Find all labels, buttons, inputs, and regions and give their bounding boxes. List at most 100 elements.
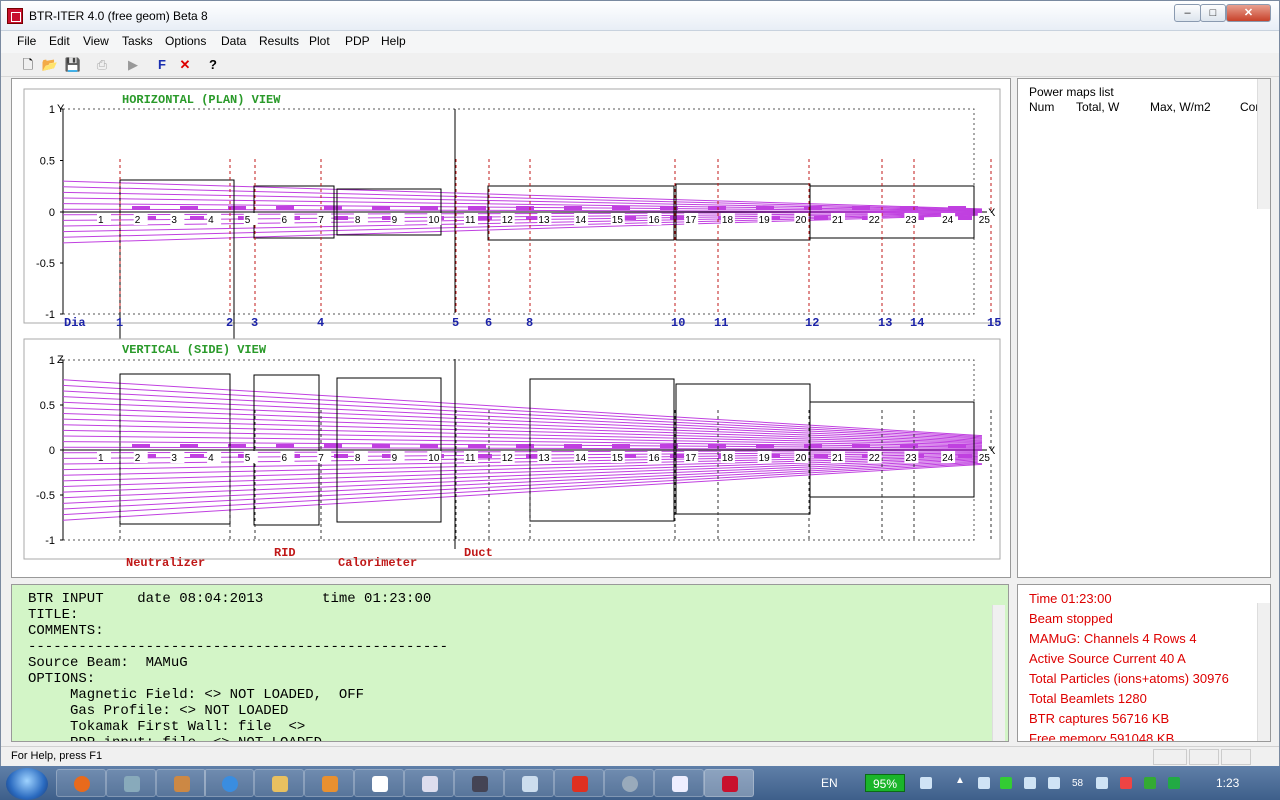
help-icon[interactable]: ? [204, 56, 222, 74]
tray-cpu-icon[interactable] [1168, 777, 1180, 789]
taskbar-app[interactable] [454, 769, 504, 797]
taskbar-app[interactable] [156, 769, 206, 797]
status-cell [1153, 749, 1187, 765]
marker-number: 15 [987, 316, 1001, 330]
tray-icon[interactable] [1120, 777, 1132, 789]
marker-number: 1 [116, 316, 123, 330]
beam-geometry-plot: HORIZONTAL (PLAN) VIEWYX10.50-0.5-112345… [23, 88, 1001, 570]
tray-icon[interactable] [978, 777, 990, 789]
tray-volume-icon[interactable] [1048, 777, 1060, 789]
menu-view[interactable]: View [83, 34, 109, 48]
taskbar-media[interactable] [304, 769, 354, 797]
menu-results[interactable]: Results [259, 34, 299, 48]
tray-language[interactable]: EN [821, 776, 838, 790]
menu-help[interactable]: Help [381, 34, 406, 48]
beam-hotspot [814, 454, 828, 458]
input-scrollbar[interactable] [992, 605, 1005, 741]
beam-hotspot [612, 444, 630, 448]
start-button[interactable] [6, 768, 48, 800]
segment-number: 14 [575, 215, 587, 226]
maximize-button[interactable]: □ [1200, 4, 1226, 22]
beam-hotspot [756, 444, 774, 448]
taskbar-yandex[interactable] [554, 769, 604, 797]
beam-plot-area[interactable]: HORIZONTAL (PLAN) VIEWYX10.50-0.5-112345… [11, 78, 1011, 578]
close-button[interactable]: ✕ [1226, 4, 1271, 22]
segment-number: 6 [282, 453, 288, 464]
beam-hotspot [372, 206, 390, 210]
tray-power-icon[interactable] [920, 777, 932, 789]
new-document-icon[interactable]: 🗋 [19, 56, 37, 74]
power-maps-scrollbar[interactable] [1257, 79, 1270, 209]
beam-hotspot [420, 444, 438, 448]
y-tick-label: -1 [45, 309, 55, 321]
app-icon[interactable] [7, 8, 23, 24]
run-icon[interactable]: ▶ [124, 56, 142, 74]
input-text-panel[interactable]: BTR INPUT date 08:04:2013 time 01:23:00 … [11, 584, 1009, 742]
marker-number: 8 [526, 316, 533, 330]
tray-battery[interactable]: 95% [865, 774, 905, 792]
tray-counter: 58 [1072, 778, 1084, 789]
print-icon[interactable]: ⎙ [93, 56, 111, 74]
beam-hotspot [132, 444, 150, 448]
window-title: BTR-ITER 4.0 (free geom) Beta 8 [29, 9, 208, 23]
taskbar-firefox[interactable] [56, 769, 106, 797]
beam-hotspot [708, 444, 726, 448]
tray-icon[interactable] [1144, 777, 1156, 789]
segment-number: 21 [832, 453, 844, 464]
segment-number: 21 [832, 215, 844, 226]
col-num[interactable]: Num [1029, 100, 1054, 114]
beam-hotspot [516, 206, 534, 210]
taskbar: EN 95% ▲ 58 1:23 [0, 766, 1280, 800]
beam-hotspot [814, 216, 828, 220]
taskbar-btr-iter[interactable] [704, 769, 754, 797]
minimize-button[interactable]: ‒ [1174, 4, 1201, 22]
col-max[interactable]: Max, W/m2 [1150, 100, 1211, 114]
segment-number: 23 [905, 215, 917, 226]
tray-clock[interactable]: 1:23 [1216, 776, 1239, 790]
beam-hotspot [708, 206, 726, 210]
field-icon[interactable]: F [153, 56, 171, 74]
taskbar-app[interactable] [404, 769, 454, 797]
open-folder-icon[interactable]: 📂 [41, 56, 59, 74]
taskbar-app[interactable] [106, 769, 156, 797]
segment-number: 1 [98, 453, 104, 464]
segment-number: 10 [428, 453, 440, 464]
menu-data[interactable]: Data [221, 34, 246, 48]
beam-hotspot [948, 444, 966, 448]
y-tick-label: 1 [49, 104, 55, 116]
title-bar[interactable]: BTR-ITER 4.0 (free geom) Beta 8 ‒ □ ✕ [1, 1, 1279, 31]
segment-number: 2 [135, 215, 141, 226]
beam-hotspot [478, 216, 492, 220]
beam-hotspot [228, 444, 246, 448]
tray-expand-icon[interactable]: ▲ [955, 775, 967, 787]
status-cell [1221, 749, 1251, 765]
segment-number: 22 [869, 215, 881, 226]
beam-hotspot [804, 444, 822, 448]
view-title: HORIZONTAL (PLAN) VIEW [122, 93, 281, 107]
menu-edit[interactable]: Edit [49, 34, 70, 48]
menu-file[interactable]: File [17, 34, 36, 48]
menu-plot[interactable]: Plot [309, 34, 330, 48]
taskbar-notepad[interactable] [654, 769, 704, 797]
segment-number: 12 [502, 453, 514, 464]
taskbar-mail[interactable] [504, 769, 554, 797]
taskbar-explorer[interactable] [254, 769, 304, 797]
beam-hotspot [190, 454, 204, 458]
menu-options[interactable]: Options [165, 34, 206, 48]
beam-hotspot [670, 216, 684, 220]
menu-pdp[interactable]: PDP [345, 34, 370, 48]
tray-icon[interactable] [1000, 777, 1012, 789]
taskbar-ie[interactable] [204, 769, 254, 797]
save-icon[interactable]: 💾 [64, 56, 82, 74]
taskbar-word[interactable] [354, 769, 404, 797]
beam-hotspot [276, 206, 294, 210]
tray-icon[interactable] [1096, 777, 1108, 789]
beam-hotspot [900, 444, 918, 448]
segment-number: 4 [208, 215, 214, 226]
taskbar-app[interactable] [604, 769, 654, 797]
tray-network-icon[interactable] [1024, 777, 1036, 789]
stop-icon[interactable]: ✕ [176, 56, 194, 74]
menu-tasks[interactable]: Tasks [122, 34, 153, 48]
col-total[interactable]: Total, W [1076, 100, 1119, 114]
status-scrollbar[interactable] [1257, 603, 1270, 741]
